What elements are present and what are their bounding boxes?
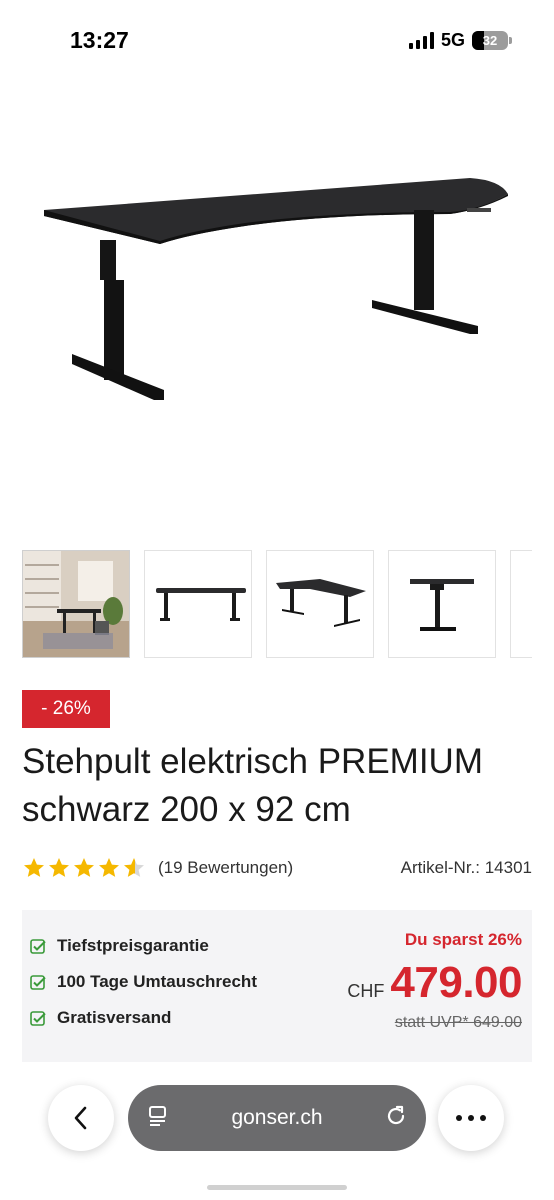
reader-icon[interactable] xyxy=(146,1104,170,1133)
status-time: 13:27 xyxy=(70,27,129,53)
rating-count[interactable]: (19 Bewertungen) xyxy=(158,858,293,878)
old-price: statt UVP* 649.00 xyxy=(394,1014,522,1031)
savings-text: Du sparst 26% xyxy=(404,930,522,949)
battery-level: 32 xyxy=(482,33,498,48)
currency: CHF xyxy=(347,981,385,1001)
status-bar: 13:27 5G 32 xyxy=(0,0,554,80)
rating-stars[interactable] xyxy=(22,856,146,880)
back-icon xyxy=(74,1106,87,1130)
product-title: Stehpult elektrisch PREMIUM schwarz 200 … xyxy=(22,742,483,829)
url-text[interactable]: gonser.ch xyxy=(170,1106,384,1130)
star-icon xyxy=(74,858,94,877)
rating-row: (19 Bewertungen) Artikel-Nr.: 14301 xyxy=(22,854,532,882)
star-icon xyxy=(49,858,69,877)
check-icon xyxy=(30,938,47,955)
home-indicator[interactable] xyxy=(207,1185,347,1190)
check-icon xyxy=(30,974,47,991)
price-box: Tiefstpreisgarantie 100 Tage Umtauschrec… xyxy=(22,910,532,1062)
feature-label: 100 Tage Umtauschrecht xyxy=(57,972,257,991)
price-line: CHF 479.00 xyxy=(347,958,522,1008)
half-star-icon xyxy=(124,858,144,877)
thumbnail-side-view[interactable] xyxy=(388,550,496,658)
status-indicators: 5G 32 xyxy=(408,30,512,51)
back-button[interactable] xyxy=(48,1085,114,1151)
thumbnail-room-scene[interactable] xyxy=(22,550,130,658)
thumbnail-more[interactable] xyxy=(510,550,532,658)
thumbnail-strip[interactable] xyxy=(22,550,532,658)
address-bar[interactable]: gonser.ch xyxy=(128,1085,426,1151)
more-icon xyxy=(456,1115,486,1121)
discount-badge: - 26% xyxy=(22,690,110,728)
signal-icon xyxy=(408,32,434,49)
feature-list: Tiefstpreisgarantie 100 Tage Umtauschrec… xyxy=(30,928,257,1036)
product-main-image[interactable] xyxy=(0,80,554,530)
thumbnail-angled-view[interactable] xyxy=(266,550,374,658)
battery-icon: 32 xyxy=(472,31,512,50)
star-icon xyxy=(99,858,119,877)
check-icon xyxy=(30,1010,47,1027)
star-icon xyxy=(24,858,44,877)
article-number: Artikel-Nr.: 14301 xyxy=(400,858,532,877)
feature-label: Tiefstpreisgarantie xyxy=(57,936,209,955)
feature-label: Gratisversand xyxy=(57,1008,172,1027)
network-type: 5G xyxy=(440,30,465,50)
more-button[interactable] xyxy=(438,1085,504,1151)
thumbnail-front-view[interactable] xyxy=(144,550,252,658)
browser-toolbar: gonser.ch xyxy=(0,1078,554,1158)
feature-item: 100 Tage Umtauschrecht xyxy=(30,964,257,1000)
reload-icon[interactable] xyxy=(384,1104,408,1133)
feature-item: Gratisversand xyxy=(30,1000,257,1036)
feature-item: Tiefstpreisgarantie xyxy=(30,928,257,964)
current-price: 479.00 xyxy=(390,958,522,1007)
